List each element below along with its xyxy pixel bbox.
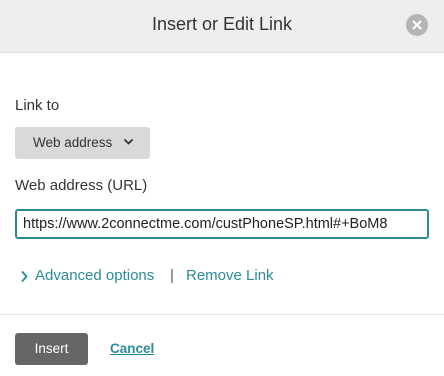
dialog-title: Insert or Edit Link [151, 14, 293, 34]
footer-divider [0, 314, 444, 315]
close-button[interactable] [406, 14, 428, 36]
insert-link-dialog: Insert or Edit Link Link to Web address … [0, 0, 444, 376]
link-type-select[interactable]: Web address [15, 127, 150, 159]
dialog-header: Insert or Edit Link [0, 0, 444, 53]
url-input[interactable] [15, 209, 429, 239]
url-label: Web address (URL) [15, 177, 148, 194]
insert-button[interactable]: Insert [15, 333, 88, 365]
chevron-down-icon [124, 139, 133, 145]
link-type-value: Web address [33, 135, 113, 150]
advanced-options-label: Advanced options [35, 267, 155, 284]
remove-link-button[interactable]: Remove Link [186, 267, 274, 284]
close-icon [412, 20, 422, 30]
cancel-button[interactable]: Cancel [110, 341, 154, 356]
options-separator: | [170, 267, 174, 284]
chevron-right-icon [21, 271, 28, 282]
link-to-label: Link to [15, 97, 60, 114]
